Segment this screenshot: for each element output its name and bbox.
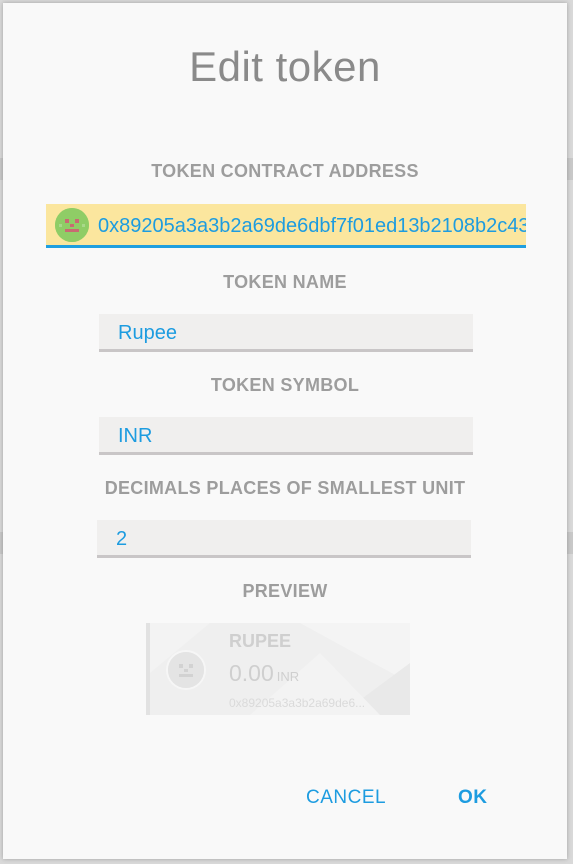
- token-symbol-value: INR: [118, 425, 153, 447]
- token-preview-card: RUPEE 0.00 INR 0x89205a3a3b2a69de6...: [146, 623, 410, 715]
- token-symbol-input[interactable]: INR: [99, 417, 473, 455]
- cancel-button[interactable]: CANCEL: [306, 787, 386, 809]
- preview-symbol: INR: [276, 669, 300, 684]
- dialog-title: Edit token: [189, 43, 381, 90]
- token-symbol-label: TOKEN SYMBOL: [210, 375, 360, 395]
- preview-label: PREVIEW: [242, 581, 328, 601]
- preview-token-icon: [166, 650, 206, 690]
- decimals-value: 2: [116, 528, 128, 550]
- contract-address-value: 0x89205a3a3b2a69de6dbf7f01ed13b2108b2c43: [98, 215, 526, 237]
- ok-button[interactable]: OK: [458, 787, 488, 809]
- contract-address-label: TOKEN CONTRACT ADDRESS: [151, 161, 419, 181]
- token-name-label: TOKEN NAME: [223, 272, 347, 292]
- preview-token-name: RUPEE: [229, 631, 292, 651]
- token-name-value: Rupee: [118, 322, 177, 344]
- preview-amount: 0.00: [229, 660, 274, 686]
- decimals-input[interactable]: 2: [97, 520, 471, 558]
- token-name-input[interactable]: Rupee: [99, 314, 473, 352]
- preview-balance: 0.00 INR: [229, 660, 299, 687]
- contract-address-field[interactable]: 0x89205a3a3b2a69de6dbf7f01ed13b2108b2c43: [46, 204, 526, 248]
- decimals-label: DECIMALS PLACES OF SMALLEST UNIT: [104, 478, 466, 498]
- edit-token-dialog: Edit token TOKEN CONTRACT ADDRESS 0x8920…: [3, 3, 567, 859]
- identicon-icon: [55, 208, 89, 242]
- preview-address: 0x89205a3a3b2a69de6...: [229, 696, 366, 710]
